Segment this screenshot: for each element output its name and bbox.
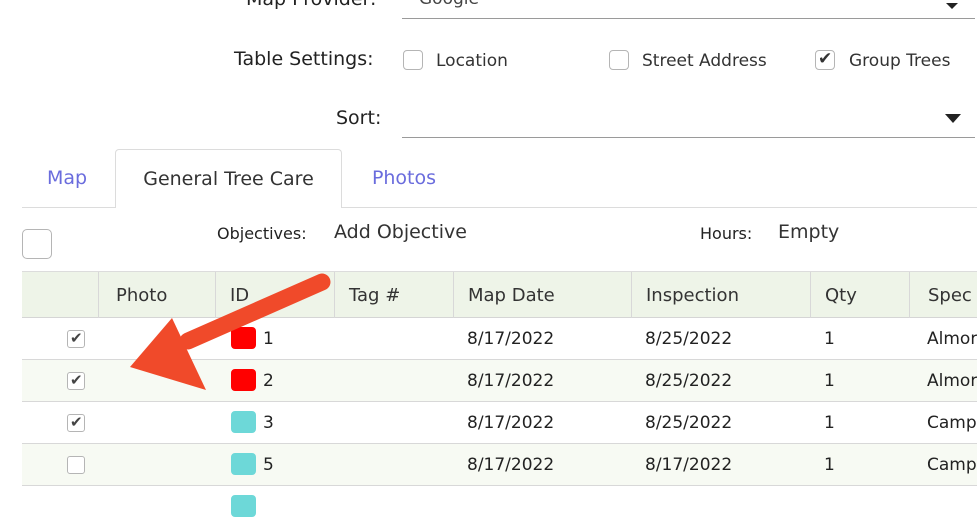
column-inspection[interactable]: Inspection [631,272,810,318]
table-row[interactable] [22,486,977,517]
inspection-cell: 8/25/2022 [645,412,733,433]
group-trees-checkbox[interactable]: ✔ [815,49,835,70]
id-cell: 2 [263,370,274,391]
sort-select[interactable] [402,100,975,138]
column-photo[interactable]: Photo [98,272,215,318]
inspection-cell: 8/17/2022 [645,454,733,475]
column-id[interactable]: ID [215,272,334,318]
checkmark-icon: ✔ [70,329,83,347]
column-tag[interactable]: Tag # [334,272,453,318]
tree-color-swatch [231,495,256,517]
id-cell: 1 [263,328,274,349]
id-cell: 3 [263,412,274,433]
map-date-cell: 8/17/2022 [467,454,555,475]
table-row[interactable]: ✔ 1 8/17/2022 8/25/2022 1 Almor [22,318,977,360]
table-header: Photo ID Tag # Map Date Inspection Qty S… [22,271,977,318]
map-date-cell: 8/17/2022 [467,370,555,391]
tree-color-swatch [231,327,256,349]
qty-cell: 1 [824,370,835,391]
objectives-label: Objectives: [217,224,307,243]
id-cell: 5 [263,454,274,475]
checkmark-icon: ✔ [818,49,833,69]
chevron-down-icon [945,114,961,123]
select-all-checkbox[interactable] [22,229,52,259]
map-provider-value: Google [419,0,479,9]
row-checkbox[interactable]: ✔ [67,371,85,390]
species-cell: Camp [927,454,977,475]
tree-color-swatch [231,411,256,433]
hours-label: Hours: [700,224,753,243]
tab-map[interactable]: Map [22,149,112,207]
table-row[interactable]: ✔ 3 8/17/2022 8/25/2022 1 Camp [22,402,977,444]
species-cell: Almor [927,370,977,391]
group-trees-option-label: Group Trees [849,51,951,71]
location-option-label: Location [436,51,508,71]
row-checkbox[interactable]: ✔ [67,413,85,432]
chevron-down-icon [946,3,958,9]
hours-value[interactable]: Empty [778,221,839,243]
tab-photos[interactable]: Photos [345,149,463,207]
location-checkbox[interactable] [403,50,423,70]
table-row[interactable]: ✔ 2 8/17/2022 8/25/2022 1 Almor [22,360,977,402]
street-address-checkbox[interactable] [609,50,629,70]
row-checkbox[interactable] [67,456,85,474]
inspection-cell: 8/25/2022 [645,370,733,391]
row-checkbox[interactable]: ✔ [67,329,85,348]
map-date-cell: 8/17/2022 [467,328,555,349]
table-row[interactable]: 5 8/17/2022 8/17/2022 1 Camp [22,444,977,486]
active-tab-mask [116,206,341,209]
species-cell: Almor [927,328,977,349]
tree-color-swatch [231,369,256,391]
column-select [22,272,97,318]
add-objective-button[interactable]: Add Objective [334,221,467,243]
sort-label: Sort: [336,107,382,129]
column-qty[interactable]: Qty [810,272,909,318]
tab-general-tree-care[interactable]: General Tree Care [115,149,342,208]
qty-cell: 1 [824,328,835,349]
checkmark-icon: ✔ [70,371,83,389]
street-address-option-label: Street Address [642,51,767,71]
column-map-date[interactable]: Map Date [453,272,631,318]
species-cell: Camp [927,412,977,433]
qty-cell: 1 [824,412,835,433]
checkmark-icon: ✔ [70,413,83,431]
table-settings-label: Table Settings: [234,48,374,70]
map-provider-label: Map Provider: [246,0,376,10]
map-date-cell: 8/17/2022 [467,412,555,433]
map-provider-select[interactable]: Google [402,0,975,19]
qty-cell: 1 [824,454,835,475]
tree-color-swatch [231,453,256,475]
inspection-cell: 8/25/2022 [645,328,733,349]
column-species[interactable]: Spec [909,272,977,318]
